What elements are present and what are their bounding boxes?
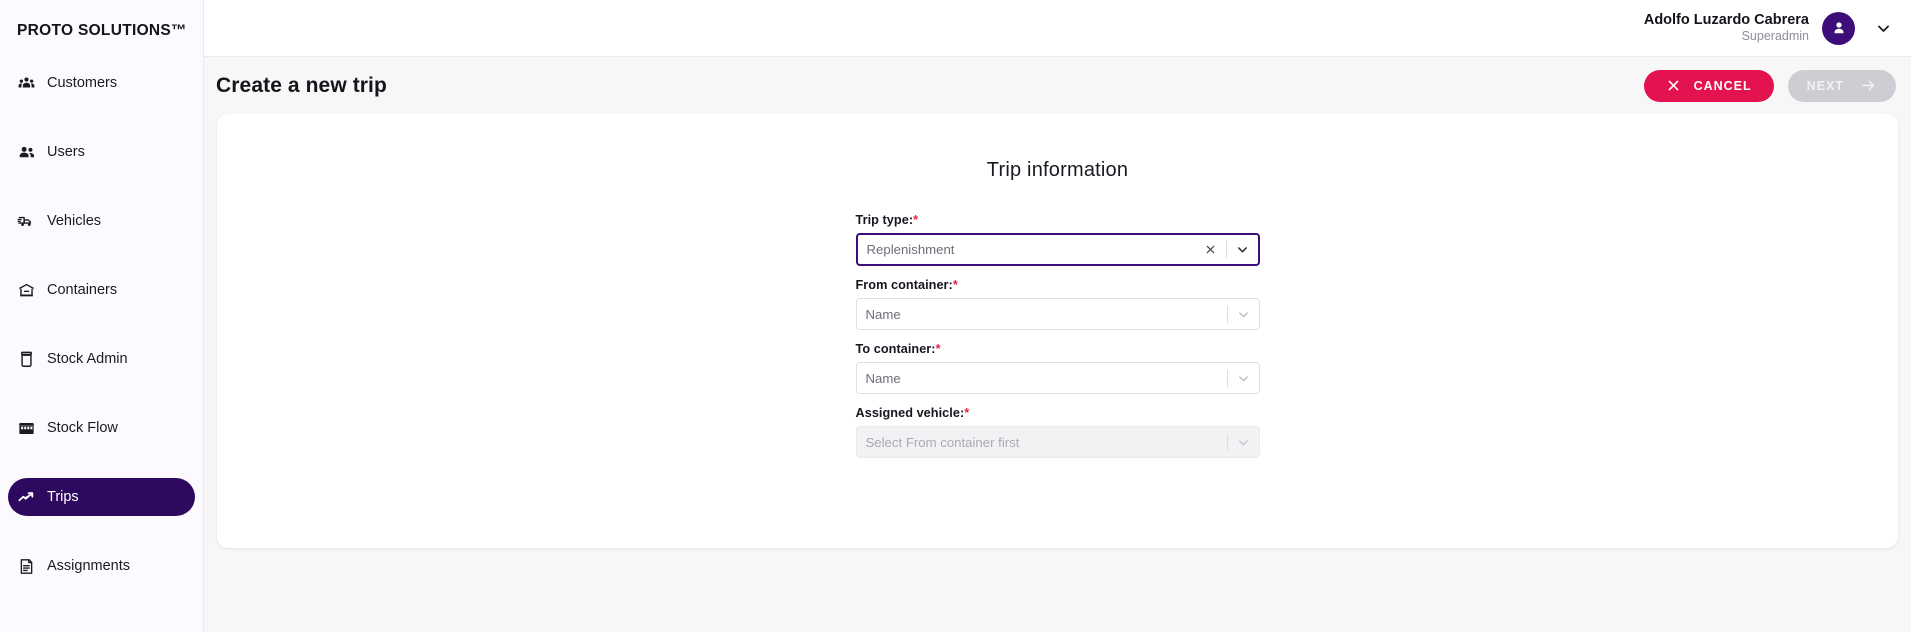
label-text: Trip type:	[855, 213, 914, 227]
chevron-down-icon	[1239, 439, 1248, 445]
divider	[1226, 305, 1228, 323]
page-header: Create a new trip CANCEL NEXT	[204, 57, 1911, 114]
sidebar-item-label: Assignments	[47, 558, 131, 574]
trip-type-value: Replenishment	[866, 242, 955, 257]
user-identity: Adolfo Luzardo Cabrera Superadmin	[1644, 11, 1809, 45]
trip-form: Trip type:* Replenishment From container…	[855, 213, 1260, 458]
sidebar-item-label: Stock Flow	[47, 420, 118, 436]
content-area: Trip information Trip type:* Replenishme…	[204, 114, 1911, 632]
card-title: Trip information	[986, 159, 1129, 181]
field-from-container: From container:* Name	[855, 278, 1260, 330]
next-button[interactable]: NEXT	[1787, 69, 1896, 102]
required-marker: *	[952, 278, 958, 292]
person-icon	[1834, 22, 1843, 34]
assigned-vehicle-select: Select From container first	[855, 426, 1260, 458]
close-icon	[1206, 245, 1215, 254]
brand-logo: PROTO SOLUTIONS™	[17, 22, 187, 39]
sidebar-item-customers[interactable]: Customers	[8, 64, 195, 102]
required-marker: *	[913, 213, 919, 227]
avatar[interactable]	[1822, 11, 1855, 45]
field-assigned-vehicle: Assigned vehicle:* Select From container…	[855, 406, 1260, 458]
trip-information-card: Trip information Trip type:* Replenishme…	[217, 114, 1898, 548]
user-name: Adolfo Luzardo Cabrera	[1643, 12, 1809, 29]
field-label-to-container: To container:*	[856, 342, 1260, 356]
users-icon	[17, 143, 36, 162]
label-text: From container:	[855, 278, 953, 292]
to-container-dropdown-toggle[interactable]	[1233, 367, 1255, 389]
cancel-button-label: CANCEL	[1693, 78, 1752, 93]
to-container-value: Name	[865, 370, 901, 386]
sidebar-item-label: Trips	[47, 489, 79, 505]
assignments-icon	[17, 557, 36, 576]
page-actions: CANCEL NEXT	[1643, 69, 1896, 102]
sidebar-nav: Customers Users Vehicles Containers Stoc…	[0, 64, 203, 616]
sidebar-item-assignments[interactable]: Assignments	[8, 547, 195, 585]
sidebar-item-stock-admin[interactable]: Stock Admin	[8, 340, 195, 378]
stock-admin-icon	[17, 350, 36, 369]
sidebar: PROTO SOLUTIONS™ Customers Users Vehicle…	[0, 0, 204, 632]
user-menu-toggle[interactable]	[1870, 15, 1896, 41]
sidebar-item-label: Vehicles	[47, 213, 102, 229]
next-button-label: NEXT	[1806, 78, 1844, 93]
field-trip-type: Trip type:* Replenishment	[855, 213, 1260, 266]
stock-flow-icon	[17, 419, 36, 438]
from-container-dropdown-toggle[interactable]	[1233, 303, 1255, 325]
trip-type-clear-button[interactable]	[1201, 240, 1221, 260]
sidebar-item-stock-flow[interactable]: Stock Flow	[8, 409, 195, 447]
field-label-from-container: From container:*	[856, 278, 1260, 292]
sidebar-item-users[interactable]: Users	[8, 133, 195, 171]
label-text: Assigned vehicle:	[855, 406, 965, 420]
divider	[1226, 433, 1228, 451]
user-role: Superadmin	[1741, 29, 1809, 44]
containers-icon	[17, 281, 36, 300]
sidebar-item-containers[interactable]: Containers	[8, 271, 195, 309]
main-region: Adolfo Luzardo Cabrera Superadmin Create…	[204, 0, 1911, 632]
arrow-right-icon	[1862, 80, 1875, 91]
sidebar-item-label: Containers	[47, 282, 118, 298]
required-marker: *	[964, 406, 970, 420]
from-container-select[interactable]: Name	[855, 298, 1260, 330]
sidebar-item-vehicles[interactable]: Vehicles	[8, 202, 195, 240]
app-root: PROTO SOLUTIONS™ Customers Users Vehicle…	[0, 0, 1911, 632]
assigned-vehicle-dropdown-toggle	[1233, 431, 1255, 453]
from-container-value: Name	[865, 306, 901, 322]
label-text: To container:	[855, 342, 936, 356]
sidebar-item-label: Users	[47, 144, 85, 160]
to-container-select[interactable]: Name	[855, 362, 1260, 394]
close-icon	[1668, 80, 1678, 91]
trip-type-dropdown-toggle[interactable]	[1232, 239, 1254, 261]
trips-icon	[17, 488, 36, 507]
user-menu[interactable]: Adolfo Luzardo Cabrera Superadmin	[1644, 11, 1896, 45]
required-marker: *	[935, 342, 941, 356]
chevron-down-icon	[1239, 375, 1248, 381]
chevron-down-icon	[1239, 311, 1248, 317]
field-label-trip-type: Trip type:*	[856, 213, 1260, 227]
field-label-assigned-vehicle: Assigned vehicle:*	[856, 406, 1260, 420]
vehicles-icon	[17, 212, 36, 231]
cancel-button[interactable]: CANCEL	[1643, 69, 1774, 102]
chevron-down-icon	[1238, 247, 1247, 253]
customers-icon	[17, 74, 36, 93]
sidebar-item-trips[interactable]: Trips	[8, 478, 195, 516]
field-to-container: To container:* Name	[855, 342, 1260, 394]
sidebar-item-label: Customers	[47, 75, 118, 91]
topbar: Adolfo Luzardo Cabrera Superadmin	[204, 0, 1911, 57]
chevron-down-icon	[1877, 25, 1889, 32]
page-title: Create a new trip	[216, 73, 387, 97]
sidebar-item-label: Stock Admin	[47, 351, 128, 367]
assigned-vehicle-value: Select From container first	[865, 434, 1020, 450]
divider	[1225, 241, 1227, 258]
divider	[1226, 369, 1228, 387]
trip-type-select[interactable]: Replenishment	[855, 233, 1260, 266]
